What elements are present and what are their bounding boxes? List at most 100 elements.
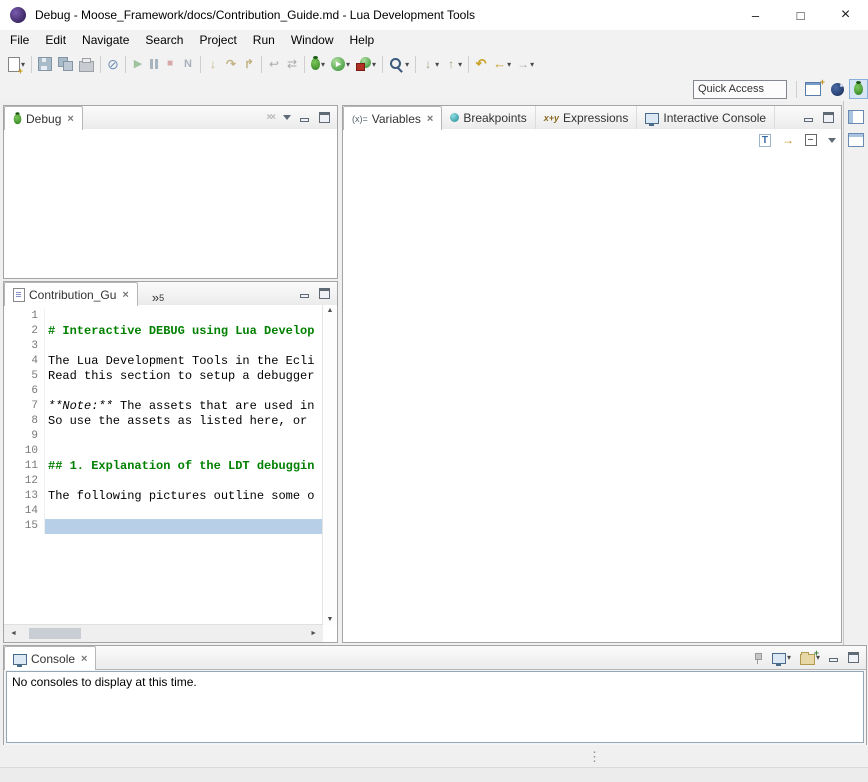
tab-interactive-console[interactable]: Interactive Console bbox=[637, 106, 775, 129]
minimize-view-button[interactable] bbox=[300, 113, 310, 123]
new-wizard-button[interactable]: ▾ bbox=[5, 53, 28, 75]
step-over-button[interactable]: ↷ bbox=[222, 53, 240, 75]
scroll-down-icon[interactable]: ▼ bbox=[325, 616, 336, 623]
editor-line[interactable]: 15 bbox=[4, 519, 322, 534]
dropdown-arrow-icon[interactable]: ▾ bbox=[787, 653, 791, 662]
variables-tree[interactable] bbox=[343, 129, 841, 642]
horizontal-scroll-thumb[interactable] bbox=[29, 628, 81, 639]
close-tab-icon[interactable]: × bbox=[427, 113, 433, 125]
tab-expressions[interactable]: x+y Expressions bbox=[536, 106, 638, 129]
debug-button[interactable]: ▾ bbox=[308, 53, 328, 75]
drop-to-frame-button[interactable]: ↩ bbox=[265, 53, 283, 75]
minimize-window-button[interactable]: – bbox=[733, 0, 778, 30]
resume-button[interactable]: ▶ bbox=[129, 53, 147, 75]
lua-perspective-button[interactable] bbox=[826, 79, 849, 100]
back-button[interactable]: ←▾ bbox=[490, 53, 514, 75]
scroll-right-icon[interactable]: ► bbox=[308, 630, 319, 637]
menu-search[interactable]: Search bbox=[137, 30, 191, 51]
editor-line[interactable]: 2# Interactive DEBUG using Lua Develop bbox=[4, 324, 322, 339]
use-step-filters-button[interactable]: ⇄ bbox=[283, 53, 301, 75]
editor-line[interactable]: 4The Lua Development Tools in the Ecli bbox=[4, 354, 322, 369]
terminate-button[interactable]: ■ bbox=[161, 53, 179, 75]
editor-line[interactable]: 14 bbox=[4, 504, 322, 519]
debug-tree[interactable] bbox=[4, 129, 337, 278]
step-into-button[interactable]: ↓ bbox=[204, 53, 222, 75]
quick-access-input[interactable]: Quick Access bbox=[693, 80, 787, 99]
skip-all-breakpoints-button[interactable]: ⊘ bbox=[104, 53, 122, 75]
last-edit-location-button[interactable]: ↶ bbox=[472, 53, 490, 75]
forward-button[interactable]: →▾ bbox=[514, 53, 537, 75]
dropdown-arrow-icon[interactable]: ▾ bbox=[372, 60, 376, 69]
editor-line[interactable]: 11## 1. Explanation of the LDT debuggin bbox=[4, 459, 322, 474]
dropdown-arrow-icon[interactable]: ▾ bbox=[321, 60, 325, 69]
editor-line-list[interactable]: 12# Interactive DEBUG using Lua Develop3… bbox=[4, 309, 322, 534]
disconnect-button[interactable]: N bbox=[179, 53, 197, 75]
close-tab-icon[interactable]: × bbox=[81, 653, 87, 665]
scroll-up-icon[interactable]: ▲ bbox=[325, 307, 336, 314]
display-selected-console-button[interactable]: ▾ bbox=[772, 652, 791, 664]
show-type-names-button[interactable]: T bbox=[759, 134, 771, 147]
minimize-view-button[interactable] bbox=[829, 653, 839, 663]
show-logical-structures-button[interactable]: → bbox=[782, 133, 794, 147]
dropdown-arrow-icon[interactable]: ▾ bbox=[405, 60, 409, 69]
dropdown-arrow-icon[interactable]: ▾ bbox=[346, 60, 350, 69]
editor-line[interactable]: 5Read this section to setup a debugger bbox=[4, 369, 322, 384]
close-tab-icon[interactable]: × bbox=[122, 289, 128, 301]
maximize-window-button[interactable]: □ bbox=[778, 0, 823, 30]
maximize-view-button[interactable] bbox=[848, 652, 859, 663]
close-tab-icon[interactable]: × bbox=[67, 113, 73, 125]
menu-file[interactable]: File bbox=[2, 30, 37, 51]
menu-run[interactable]: Run bbox=[245, 30, 283, 51]
tab-debug[interactable]: Debug × bbox=[4, 106, 83, 130]
editor-line[interactable]: 8So use the assets as listed here, or bbox=[4, 414, 322, 429]
debug-perspective-button[interactable] bbox=[849, 79, 868, 99]
restore-minimized-view-button-1[interactable] bbox=[848, 110, 864, 124]
menu-project[interactable]: Project bbox=[191, 30, 244, 51]
horizontal-scrollbar[interactable]: ◄ ► bbox=[4, 624, 323, 642]
step-return-button[interactable]: ↱ bbox=[240, 53, 258, 75]
view-menu-icon[interactable] bbox=[283, 115, 291, 120]
dropdown-arrow-icon[interactable]: ▾ bbox=[530, 60, 534, 69]
save-button[interactable] bbox=[35, 53, 55, 75]
restore-minimized-view-button-2[interactable] bbox=[848, 133, 864, 147]
suspend-button[interactable] bbox=[147, 53, 161, 75]
menu-window[interactable]: Window bbox=[283, 30, 342, 51]
vertical-scrollbar[interactable]: ▲ ▼ bbox=[322, 305, 337, 625]
tab-contribution-guide[interactable]: Contribution_Gu × bbox=[4, 282, 138, 306]
editor-line[interactable]: 6 bbox=[4, 384, 322, 399]
console-output[interactable]: No consoles to display at this time. bbox=[6, 671, 864, 743]
previous-annotation-button[interactable]: ↑▾ bbox=[442, 53, 465, 75]
remove-all-terminated-button[interactable]: ×× bbox=[266, 112, 274, 123]
minimize-view-button[interactable] bbox=[804, 113, 814, 123]
maximize-view-button[interactable] bbox=[319, 288, 330, 299]
close-window-button[interactable]: × bbox=[823, 0, 868, 30]
editor-line[interactable]: 12 bbox=[4, 474, 322, 489]
save-all-button[interactable] bbox=[55, 53, 76, 75]
menu-edit[interactable]: Edit bbox=[37, 30, 74, 51]
maximize-view-button[interactable] bbox=[319, 112, 330, 123]
maximize-view-button[interactable] bbox=[823, 112, 834, 123]
menu-help[interactable]: Help bbox=[342, 30, 383, 51]
dropdown-arrow-icon[interactable]: ▾ bbox=[435, 60, 439, 69]
external-tools-button[interactable]: ▾ bbox=[353, 53, 379, 75]
dropdown-arrow-icon[interactable]: ▾ bbox=[507, 60, 511, 69]
minimize-view-button[interactable] bbox=[300, 289, 310, 299]
collapse-all-button[interactable] bbox=[805, 134, 817, 146]
print-button[interactable] bbox=[76, 53, 97, 75]
search-button[interactable]: ▾ bbox=[386, 53, 412, 75]
hidden-editors-chevron[interactable]: » 5 bbox=[148, 282, 168, 305]
tab-breakpoints[interactable]: Breakpoints bbox=[442, 106, 535, 129]
tab-console[interactable]: Console × bbox=[4, 646, 96, 670]
editor-line[interactable]: 3 bbox=[4, 339, 322, 354]
editor-line[interactable]: 9 bbox=[4, 429, 322, 444]
resize-grip[interactable]: ⋮ bbox=[588, 749, 601, 765]
next-annotation-button[interactable]: ↓▾ bbox=[419, 53, 442, 75]
view-menu-icon[interactable] bbox=[828, 138, 836, 143]
menu-navigate[interactable]: Navigate bbox=[74, 30, 137, 51]
run-button[interactable]: ▶▾ bbox=[328, 53, 353, 75]
scroll-left-icon[interactable]: ◄ bbox=[8, 630, 19, 637]
editor-line[interactable]: 13The following pictures outline some o bbox=[4, 489, 322, 504]
dropdown-arrow-icon[interactable]: ▾ bbox=[458, 60, 462, 69]
pin-console-button[interactable] bbox=[751, 652, 763, 664]
open-perspective-button[interactable] bbox=[800, 78, 826, 100]
